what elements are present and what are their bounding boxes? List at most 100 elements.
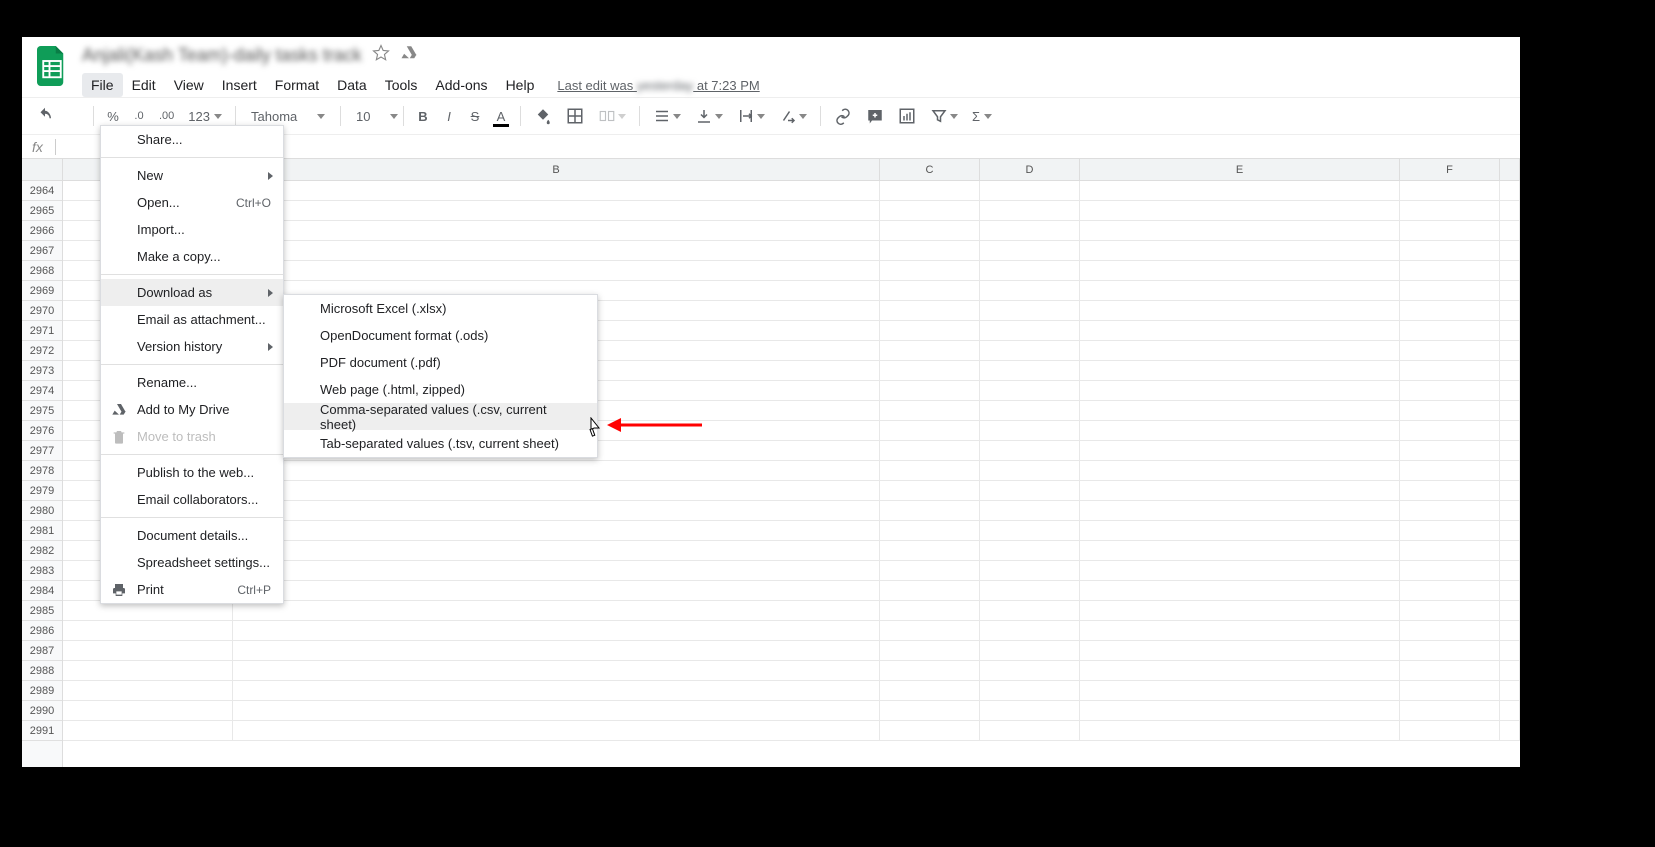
cell[interactable]	[63, 661, 233, 681]
borders-button[interactable]	[560, 102, 590, 130]
cell[interactable]	[1400, 381, 1500, 401]
cell[interactable]	[880, 721, 980, 741]
cell[interactable]	[880, 361, 980, 381]
row-header[interactable]: 2982	[22, 541, 62, 561]
cell[interactable]	[1400, 481, 1500, 501]
cell[interactable]	[1080, 601, 1400, 621]
cell[interactable]	[980, 421, 1080, 441]
cell[interactable]	[1080, 181, 1400, 201]
cell[interactable]	[980, 341, 1080, 361]
row-header[interactable]: 2968	[22, 261, 62, 281]
cell[interactable]	[880, 401, 980, 421]
file-menu-rename[interactable]: Rename...	[101, 369, 283, 396]
cell[interactable]	[1400, 501, 1500, 521]
cell[interactable]	[1080, 201, 1400, 221]
star-icon[interactable]	[372, 44, 390, 67]
row-header[interactable]: 2978	[22, 461, 62, 481]
cell[interactable]	[1500, 541, 1520, 561]
cell[interactable]	[1400, 461, 1500, 481]
cell[interactable]	[1080, 501, 1400, 521]
menu-view[interactable]: View	[165, 73, 213, 97]
cell[interactable]	[980, 501, 1080, 521]
cell[interactable]	[980, 701, 1080, 721]
document-title[interactable]: Anjali(Kash Team)-daily tasks track	[82, 45, 362, 66]
cell[interactable]	[1400, 681, 1500, 701]
file-menu-share[interactable]: Share...	[101, 126, 283, 153]
cell[interactable]	[980, 301, 1080, 321]
cell[interactable]	[880, 341, 980, 361]
cell[interactable]	[880, 641, 980, 661]
cell[interactable]	[1080, 661, 1400, 681]
file-menu-print[interactable]: PrintCtrl+P	[101, 576, 283, 603]
download-tsv[interactable]: Tab-separated values (.tsv, current shee…	[284, 430, 597, 457]
undo-button[interactable]	[30, 102, 60, 130]
cell[interactable]	[1400, 261, 1500, 281]
row-header[interactable]: 2970	[22, 301, 62, 321]
cell[interactable]	[980, 221, 1080, 241]
row-header[interactable]: 2966	[22, 221, 62, 241]
cell[interactable]	[880, 561, 980, 581]
cell[interactable]	[880, 321, 980, 341]
cell[interactable]	[1500, 581, 1520, 601]
cell[interactable]	[63, 701, 233, 721]
column-header[interactable]: B	[233, 159, 880, 180]
menu-tools[interactable]: Tools	[376, 73, 427, 97]
cell[interactable]	[1500, 661, 1520, 681]
cell[interactable]	[880, 481, 980, 501]
row-header[interactable]: 2964	[22, 181, 62, 201]
cell[interactable]	[980, 681, 1080, 701]
text-color-button[interactable]: A	[489, 102, 513, 130]
row-header[interactable]: 2988	[22, 661, 62, 681]
row-header[interactable]: 2990	[22, 701, 62, 721]
cell[interactable]	[1080, 381, 1400, 401]
cell[interactable]	[980, 561, 1080, 581]
cell[interactable]	[1500, 361, 1520, 381]
file-menu-download[interactable]: Download as	[101, 279, 283, 306]
cell[interactable]	[880, 581, 980, 601]
row-header[interactable]: 2973	[22, 361, 62, 381]
row-header[interactable]: 2977	[22, 441, 62, 461]
row-header[interactable]: 2969	[22, 281, 62, 301]
cell[interactable]	[1400, 561, 1500, 581]
cell[interactable]	[233, 221, 880, 241]
cell[interactable]	[880, 621, 980, 641]
cell[interactable]	[1400, 301, 1500, 321]
file-menu-new[interactable]: New	[101, 162, 283, 189]
cell[interactable]	[1400, 221, 1500, 241]
cell[interactable]	[1080, 281, 1400, 301]
cell[interactable]	[880, 541, 980, 561]
file-menu-publish[interactable]: Publish to the web...	[101, 459, 283, 486]
cell[interactable]	[1500, 221, 1520, 241]
cell[interactable]	[1080, 481, 1400, 501]
download-xlsx[interactable]: Microsoft Excel (.xlsx)	[284, 295, 597, 322]
cell[interactable]	[880, 701, 980, 721]
cell[interactable]	[1400, 181, 1500, 201]
text-wrap-button[interactable]	[731, 102, 771, 130]
cell[interactable]	[1080, 361, 1400, 381]
menu-add-ons[interactable]: Add-ons	[426, 73, 496, 97]
cell[interactable]	[1500, 261, 1520, 281]
fill-color-button[interactable]	[528, 102, 558, 130]
cell[interactable]	[1080, 621, 1400, 641]
strikethrough-button[interactable]: S	[463, 102, 487, 130]
cell[interactable]	[1500, 621, 1520, 641]
horizontal-align-button[interactable]	[647, 102, 687, 130]
cell[interactable]	[880, 241, 980, 261]
cell[interactable]	[980, 441, 1080, 461]
cell[interactable]	[980, 201, 1080, 221]
row-header[interactable]: 2987	[22, 641, 62, 661]
row-header[interactable]: 2984	[22, 581, 62, 601]
cell[interactable]	[1400, 401, 1500, 421]
cell[interactable]	[233, 501, 880, 521]
cell[interactable]	[1500, 421, 1520, 441]
cell[interactable]	[1080, 401, 1400, 421]
cell[interactable]	[233, 541, 880, 561]
cell[interactable]	[880, 501, 980, 521]
insert-chart-button[interactable]	[892, 102, 922, 130]
cell[interactable]	[880, 281, 980, 301]
file-menu-details[interactable]: Document details...	[101, 522, 283, 549]
cell[interactable]	[880, 301, 980, 321]
insert-link-button[interactable]	[828, 102, 858, 130]
cell[interactable]	[1400, 661, 1500, 681]
cell[interactable]	[233, 461, 880, 481]
